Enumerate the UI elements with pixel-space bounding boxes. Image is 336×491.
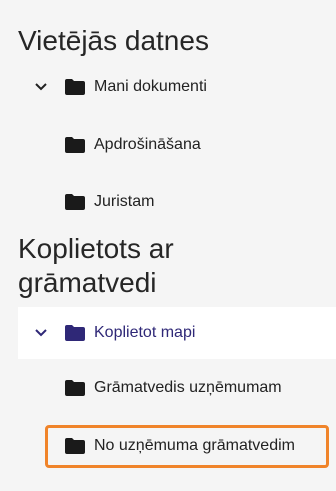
section-title-shared-with-accountant: Koplietots ar grāmatvedi — [18, 233, 174, 298]
tree-item-label: Apdrošināšana — [94, 136, 201, 153]
folder-icon — [64, 136, 86, 154]
tree-item-label: Koplietot mapi — [94, 324, 196, 341]
tree-item-no-uznemuma-gramatvedim[interactable]: No uzņēmuma grāmatvedim — [18, 426, 336, 466]
tree-item-label: No uzņēmuma grāmatvedim — [94, 437, 295, 454]
folder-icon — [64, 324, 86, 342]
tree-item-mani-dokumenti[interactable]: Mani dokumenti — [18, 67, 336, 107]
tree-item-juristam[interactable]: Juristam — [18, 182, 336, 222]
folder-icon — [64, 437, 86, 455]
tree-item-label: Grāmatvedis uzņēmumam — [94, 379, 282, 396]
tree-item-label: Mani dokumenti — [94, 78, 207, 95]
folder-icon — [64, 78, 86, 96]
tree-item-koplietot-mapi[interactable]: Koplietot mapi — [18, 307, 336, 359]
tree-item-label: Juristam — [94, 193, 155, 210]
section-title-local-files: Vietējās datnes — [18, 25, 209, 56]
tree-item-gramatvedis-uznemumam[interactable]: Grāmatvedis uzņēmumam — [18, 368, 336, 408]
folder-icon — [64, 379, 86, 397]
chevron-down-icon[interactable] — [33, 79, 49, 95]
folder-icon — [64, 193, 86, 211]
chevron-down-icon[interactable] — [33, 325, 49, 341]
tree-item-apdrosinasana[interactable]: Apdrošināšana — [18, 125, 336, 165]
